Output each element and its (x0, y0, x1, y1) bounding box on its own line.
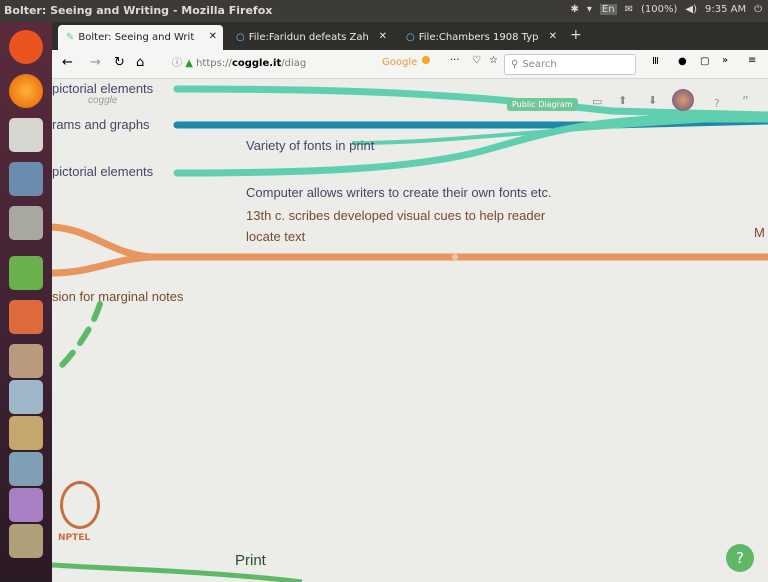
navigation-bar: ← → ↻ ⌂ ⓘ ▲ https://coggle.it/diag Googl… (52, 50, 768, 79)
tab-strip: ✎ Bolter: Seeing and Writ ✕ ○ File:Farid… (52, 22, 768, 50)
info-icon[interactable]: ⓘ (172, 58, 182, 69)
pocket-icon[interactable]: ♡ (472, 55, 481, 66)
app-icon-5[interactable] (9, 488, 43, 522)
menu-icon[interactable]: ≡ (748, 55, 756, 66)
tab-bolter[interactable]: ✎ Bolter: Seeing and Writ ✕ (58, 25, 223, 50)
new-tab-button[interactable]: + (570, 27, 582, 43)
url-prefix: https:// (196, 58, 232, 69)
node-marginal-notes[interactable]: sion for marginal notes (52, 289, 184, 304)
coggle-watermark: coggle (88, 95, 118, 106)
app-icon-2[interactable] (9, 380, 43, 414)
software-center-icon[interactable] (9, 300, 43, 334)
page-actions-icon[interactable]: ··· (450, 55, 460, 66)
help-text[interactable]: ? (714, 97, 720, 110)
overflow-chevron-icon[interactable]: » (722, 55, 728, 66)
node-pictorial-top[interactable]: pictorial elements (52, 81, 153, 96)
app-icon-3[interactable] (9, 416, 43, 450)
download-icon[interactable]: ⬇ (648, 94, 657, 107)
window-titlebar: Bolter: Seeing and Writing - Mozilla Fir… (0, 0, 768, 22)
help-button[interactable]: ? (726, 544, 754, 572)
tab-chambers[interactable]: ○ File:Chambers 1908 Typ ✕ (398, 25, 563, 50)
dash-icon[interactable] (9, 30, 43, 64)
close-tab-icon[interactable]: ✕ (379, 31, 387, 42)
files-icon[interactable] (9, 118, 43, 152)
bluetooth-icon[interactable]: ✱ (571, 4, 579, 15)
extension-icon[interactable]: ● (678, 56, 687, 67)
app-icon-1[interactable] (9, 344, 43, 378)
tab-label: Bolter: Seeing and Writ (78, 32, 195, 43)
node-computer-fonts[interactable]: Computer allows writers to create their … (246, 185, 552, 200)
upload-icon[interactable]: ⬆ (618, 94, 627, 107)
node-right-partial[interactable]: M (754, 225, 765, 240)
drive-icon[interactable] (9, 206, 43, 240)
branch-dashed (53, 301, 103, 374)
branch-fonts (351, 115, 768, 145)
back-icon[interactable]: ← (62, 55, 73, 70)
url-domain: coggle.it (231, 58, 282, 69)
wiki-favicon-icon: ○ (236, 32, 245, 43)
forward-icon[interactable]: → (90, 55, 101, 70)
unity-launcher (0, 22, 52, 582)
node-scribes-line2[interactable]: locate text (246, 229, 305, 244)
tab-label: File:Faridun defeats Zah (248, 32, 369, 43)
avatar[interactable] (672, 89, 694, 111)
clock[interactable]: 9:35 AM (705, 4, 746, 15)
close-tab-icon[interactable]: ✕ (549, 31, 557, 42)
node-variety-fonts[interactable]: Variety of fonts in print (246, 138, 374, 153)
comment-icon[interactable]: ▭ (592, 95, 602, 108)
app-icon-4[interactable] (9, 452, 43, 486)
home-icon[interactable]: ⌂ (136, 55, 144, 70)
network-icon[interactable]: ▾ (587, 4, 592, 15)
bookmark-star-icon[interactable]: ☆ (489, 55, 498, 66)
wiki-favicon-icon: ○ (406, 32, 415, 43)
branch-node-dot (452, 254, 458, 260)
node-pictorial-mid[interactable]: pictorial elements (52, 164, 153, 179)
branch-lines (52, 85, 768, 582)
system-tray: ✱ ▾ En ✉ (100%) ◀) 9:35 AM ⏻ (571, 4, 762, 15)
library-icon[interactable]: Ⅲ (652, 56, 659, 67)
writer-icon[interactable] (9, 162, 43, 196)
branch-orange-lower (52, 253, 153, 277)
window-title: Bolter: Seeing and Writing - Mozilla Fir… (4, 4, 273, 17)
coggle-favicon-icon: ✎ (66, 32, 75, 43)
node-print[interactable]: Print (235, 552, 266, 569)
nptel-label: NPTEL (58, 533, 91, 543)
close-tab-icon[interactable]: ✕ (209, 31, 217, 42)
battery-status[interactable]: (100%) (641, 4, 677, 15)
search-engine-label[interactable]: Google (382, 57, 417, 68)
url-bar[interactable]: ⓘ ▲ https://coggle.it/diag (172, 54, 352, 74)
reload-icon[interactable]: ↻ (114, 55, 125, 70)
branch-orange-main (52, 223, 768, 261)
tab-faridun[interactable]: ○ File:Faridun defeats Zah ✕ (228, 25, 393, 50)
mail-icon[interactable]: ✉ (625, 4, 633, 15)
node-scribes-line1[interactable]: 13th c. scribes developed visual cues to… (246, 208, 545, 223)
nptel-emblem-icon (60, 481, 100, 529)
search-field[interactable]: ⚲ Search (504, 54, 636, 75)
lang-indicator[interactable]: En (599, 4, 617, 15)
nptel-logo: NPTEL (58, 481, 104, 561)
node-diagrams[interactable]: rams and graphs (52, 117, 150, 132)
firefox-icon[interactable] (9, 74, 43, 108)
tab-label: File:Chambers 1908 Typ (418, 32, 539, 43)
lock-icon: ▲ (185, 58, 193, 69)
app-icon-6[interactable] (9, 524, 43, 558)
power-icon[interactable]: ⏻ (754, 4, 762, 15)
url-rest: /diag (281, 58, 307, 69)
mind-map-canvas[interactable]: pictorial elements coggle rams and graph… (52, 79, 768, 582)
search-icon: ⚲ (511, 59, 519, 70)
sidebar-icon[interactable]: ▢ (700, 56, 709, 67)
search-placeholder: Search (522, 59, 557, 70)
search-engine-dot-icon (422, 56, 430, 64)
public-diagram-badge[interactable]: Public Diagram (507, 98, 578, 111)
quote-icon[interactable]: ” (742, 95, 749, 110)
volume-icon[interactable]: ◀) (685, 4, 697, 15)
calc-icon[interactable] (9, 256, 43, 290)
